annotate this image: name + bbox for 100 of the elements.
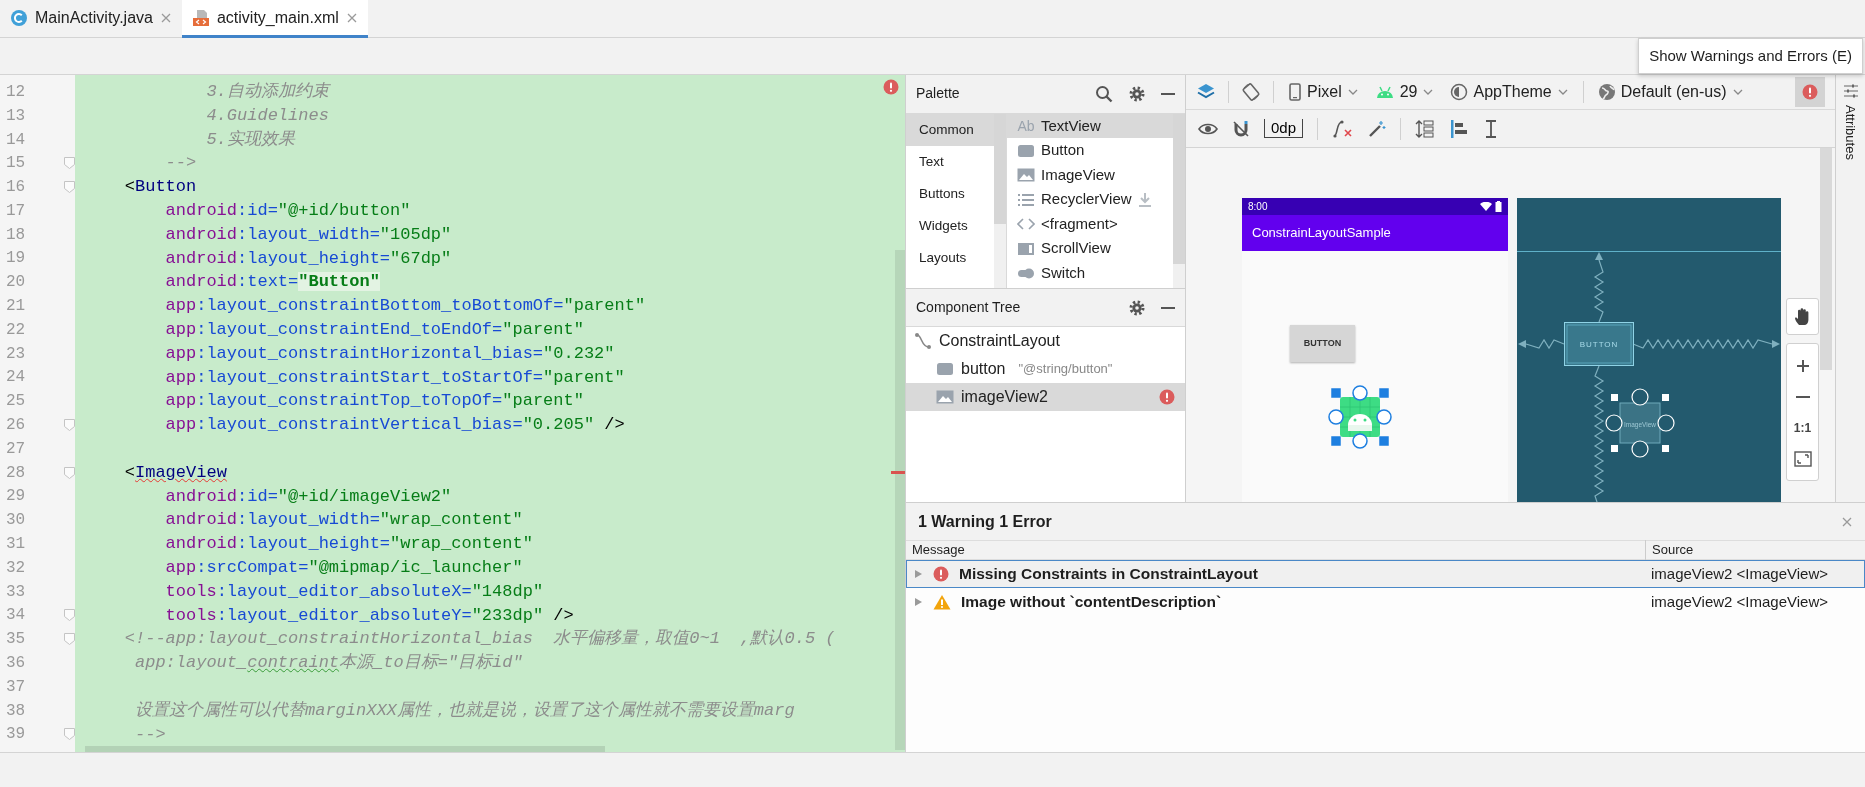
- issue-row[interactable]: Missing Constraints in ConstraintLayout imageView2 <ImageView>: [906, 560, 1865, 588]
- palette-item[interactable]: ScrollView: [1007, 236, 1173, 261]
- pan-button[interactable]: [1786, 298, 1819, 335]
- palette-item[interactable]: ImageView: [1007, 162, 1173, 188]
- side-tab[interactable]: Attributes: [1840, 105, 1861, 160]
- constraint-spring[interactable]: [1518, 338, 1565, 350]
- settings-icon[interactable]: [1129, 299, 1145, 316]
- warning-icon: [933, 594, 951, 610]
- device-dropdown[interactable]: Pixel: [1286, 80, 1361, 104]
- issue-row[interactable]: Image without `contentDescription` imageView2 <ImageView>: [906, 588, 1865, 616]
- magic-wand-icon[interactable]: [1368, 119, 1387, 138]
- palette-item[interactable]: Button: [1007, 138, 1173, 163]
- tree-item[interactable]: button "@string/button": [906, 355, 1185, 383]
- editor-tab[interactable]: MainActivity.java: [0, 0, 182, 38]
- scrollbar[interactable]: [895, 250, 905, 750]
- fold-marker-icon[interactable]: [64, 181, 75, 194]
- magnet-off-icon[interactable]: [1232, 119, 1250, 138]
- fold-marker-icon[interactable]: [64, 419, 75, 432]
- code-line: app:layout_constraintTop_toTopOf="parent": [164, 390, 584, 413]
- line-number: 12: [5, 81, 27, 103]
- palette-category[interactable]: Widgets: [906, 209, 994, 242]
- palette-category[interactable]: Buttons: [906, 177, 994, 210]
- issue-message: Image without `contentDescription`: [961, 592, 1222, 613]
- constraint-spring[interactable]: [1593, 365, 1605, 502]
- settings-icon[interactable]: [1129, 85, 1145, 102]
- constraint-spring[interactable]: [1593, 252, 1605, 323]
- code-line: <!--app:layout_constraintHorizontal_bias 水平偏移量，取值0~1 ,默认0.5 (: [123, 628, 836, 651]
- text-icon: Ab: [1017, 115, 1035, 137]
- actual-size-button[interactable]: 1:1: [1787, 412, 1818, 443]
- tooltip: Show Warnings and Errors (E): [1638, 38, 1863, 74]
- line-number: 21: [5, 296, 27, 318]
- button-shape-icon: [936, 362, 954, 376]
- expand-arrow-icon[interactable]: [913, 569, 923, 579]
- code-line: app:layout_constraintStart_toStartOf="parent": [164, 366, 625, 389]
- fold-marker-icon[interactable]: [64, 728, 75, 741]
- line-number: 18: [5, 224, 27, 246]
- code-line: -->: [134, 723, 166, 746]
- class-icon: [10, 8, 28, 27]
- line-number: 34: [5, 605, 27, 627]
- scrollbar[interactable]: [1820, 148, 1833, 370]
- align-left-icon[interactable]: [1449, 118, 1470, 139]
- palette-item[interactable]: <fragment>: [1007, 211, 1173, 237]
- line-number: 33: [5, 581, 27, 603]
- android-launcher-icon[interactable]: [1339, 396, 1381, 438]
- fold-marker-icon[interactable]: [64, 633, 75, 646]
- code-line: app:srcCompat="@mipmap/ic_launcher": [164, 556, 523, 579]
- preview-button[interactable]: BUTTON: [1290, 325, 1355, 362]
- button-label: BUTTON: [1579, 340, 1619, 349]
- button-outline[interactable]: [1564, 322, 1634, 366]
- rotate-icon[interactable]: [1241, 82, 1261, 102]
- fold-marker-icon[interactable]: [64, 157, 75, 170]
- list-icon: [1017, 192, 1035, 207]
- warnings-button[interactable]: [1795, 77, 1826, 107]
- scrollbar[interactable]: [85, 746, 605, 752]
- line-number: 29: [5, 486, 27, 508]
- selection-handles-drawing[interactable]: [1328, 385, 1392, 449]
- code-line: -->: [164, 152, 197, 175]
- error-icon[interactable]: [883, 79, 899, 95]
- error-stripe[interactable]: [891, 470, 905, 474]
- image-selection-drawing[interactable]: [1605, 388, 1675, 458]
- search-icon[interactable]: [1095, 84, 1113, 103]
- tree-item[interactable]: ConstraintLayout: [906, 327, 1185, 355]
- code-line: app:layout_constraintVertical_bias="0.205" />: [164, 414, 625, 437]
- palette-item[interactable]: RecyclerView: [1007, 187, 1173, 212]
- tree-item[interactable]: imageView2: [906, 383, 1185, 411]
- error-icon[interactable]: [1159, 389, 1175, 405]
- clear-constraints-icon[interactable]: [1332, 119, 1355, 138]
- sliders-icon[interactable]: [1842, 83, 1859, 99]
- fold-marker-icon[interactable]: [64, 466, 75, 479]
- code-line: 3.自动添加约束: [205, 81, 329, 103]
- zoom-in-icon: [1794, 357, 1811, 374]
- minimize-icon[interactable]: [1161, 306, 1175, 309]
- api-level-dropdown[interactable]: 29: [1372, 80, 1437, 104]
- close-icon[interactable]: [159, 11, 172, 24]
- locale-dropdown[interactable]: Default (en-us): [1595, 80, 1746, 104]
- code-line: app:layout_constraintBottom_toBottomOf="parent": [164, 295, 646, 318]
- palette-item[interactable]: Switch: [1007, 260, 1173, 286]
- code-line: android:text="Button": [164, 271, 380, 294]
- line-number: 30: [5, 510, 27, 532]
- expand-arrow-icon[interactable]: [913, 597, 923, 607]
- theme-dropdown[interactable]: AppTheme: [1448, 80, 1571, 104]
- download-icon[interactable]: [1137, 191, 1152, 208]
- close-icon[interactable]: [345, 11, 358, 24]
- editor-tab[interactable]: activity_main.xml: [181, 0, 368, 38]
- code-line: tools:layout_editor_absoluteY="233dp" />: [164, 604, 574, 627]
- palette-item[interactable]: Ab TextView: [1007, 113, 1173, 139]
- fold-marker-icon[interactable]: [64, 609, 75, 622]
- code-line: android:id="@+id/button": [164, 200, 411, 222]
- pack-icon[interactable]: [1415, 118, 1436, 139]
- error-icon: [933, 566, 949, 582]
- palette-category[interactable]: Layouts: [906, 241, 994, 274]
- minimize-icon[interactable]: [1161, 92, 1175, 95]
- palette-category[interactable]: Text: [906, 145, 994, 178]
- code-line: android:layout_width="wrap_content": [164, 509, 523, 532]
- default-margin-button[interactable]: 0dp: [1264, 119, 1304, 138]
- close-icon[interactable]: [1841, 515, 1853, 528]
- palette-category[interactable]: Common: [906, 113, 994, 146]
- button-shape-icon: [1017, 143, 1035, 158]
- constraint-spring[interactable]: [1632, 338, 1780, 350]
- line-number: 19: [5, 248, 27, 270]
